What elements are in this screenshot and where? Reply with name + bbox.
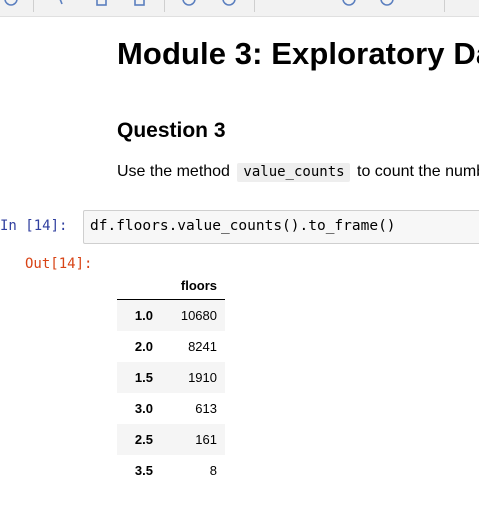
toolbar-separator <box>164 0 165 12</box>
index-header <box>117 272 161 300</box>
row-index: 2.5 <box>117 424 161 455</box>
restart-icon[interactable] <box>380 0 394 6</box>
row-index: 1.0 <box>117 299 161 331</box>
column-header: floors <box>161 272 225 300</box>
row-index: 2.0 <box>134 339 153 354</box>
table-row: 1.5 1910 <box>117 362 225 393</box>
move-down-icon[interactable] <box>222 0 236 6</box>
markdown-subheading: Question 3 <box>117 119 226 142</box>
stop-icon[interactable] <box>342 0 356 6</box>
row-index: 3.0 <box>134 401 153 416</box>
paste-icon[interactable] <box>133 0 147 6</box>
table-row: 1.0 10680 <box>117 299 225 331</box>
copy-icon[interactable] <box>95 0 109 6</box>
row-value: 8241 <box>188 339 217 354</box>
paragraph-text-before: Use the method <box>117 163 235 180</box>
markdown-heading: Module 3: Exploratory Data Analysis <box>117 36 479 71</box>
notebook-toolbar <box>0 0 479 17</box>
input-prompt: In [14]: <box>0 218 68 234</box>
row-value: 1910 <box>161 362 225 393</box>
row-value: 10680 <box>161 299 225 331</box>
save-icon[interactable] <box>4 0 18 6</box>
row-value: 8 <box>209 463 217 478</box>
inline-code: value_counts <box>237 163 350 182</box>
row-value: 161 <box>161 424 225 455</box>
toolbar-separator <box>33 0 34 12</box>
dataframe-table: floors 1.0 10680 2.0 8241 1.5 1910 3.0 613 2.5 16… <box>117 272 225 486</box>
table-row: 3.5 8 <box>117 455 225 486</box>
output-prompt: Out[14]: <box>25 256 93 272</box>
row-value: 613 <box>195 401 217 416</box>
move-up-icon[interactable] <box>182 0 196 6</box>
notebook-page: Module 3: Exploratory Data Analysis Ques… <box>0 0 479 529</box>
toolbar-separator <box>444 0 445 12</box>
paragraph-text-after: to count the number of houses with uniqu… <box>357 163 479 180</box>
table-row: 2.5 161 <box>117 424 225 455</box>
table-row: 3.0 613 <box>117 393 225 424</box>
cut-icon[interactable] <box>55 0 69 6</box>
toolbar-separator <box>254 0 255 12</box>
code-input-area[interactable]: df.floors.value_counts().to_frame() <box>83 210 479 244</box>
table-row: 2.0 8241 <box>117 331 225 362</box>
row-index: 1.5 <box>117 362 161 393</box>
markdown-paragraph: Use the method value_counts to count the… <box>117 161 479 183</box>
row-index: 3.5 <box>134 463 153 478</box>
code-text[interactable]: df.floors.value_counts().to_frame() <box>90 218 396 234</box>
